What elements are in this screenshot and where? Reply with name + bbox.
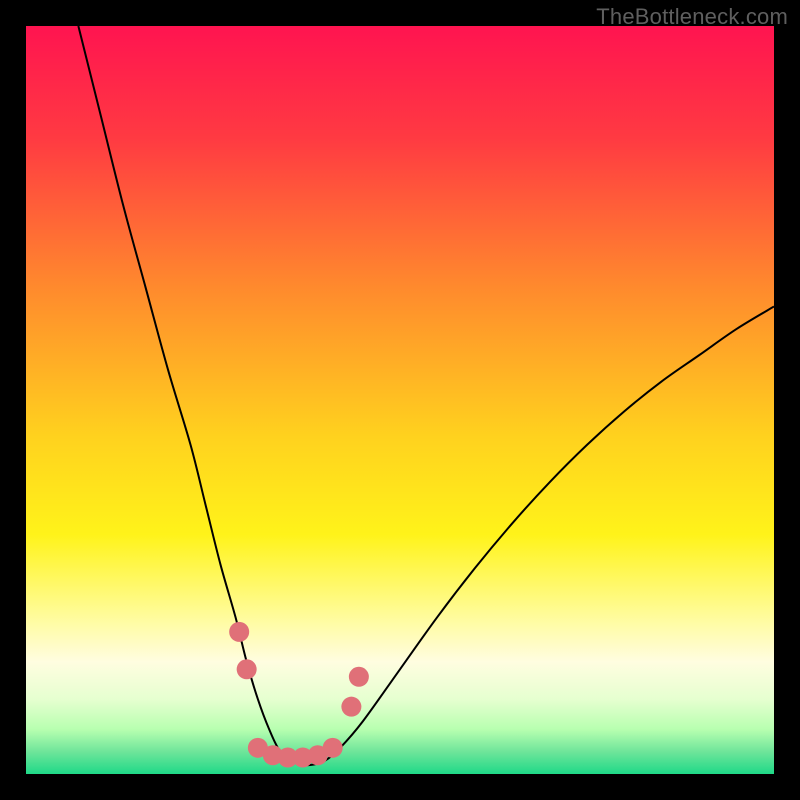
marker-dot bbox=[237, 659, 257, 679]
plot-area bbox=[26, 26, 774, 774]
chart-svg bbox=[26, 26, 774, 774]
chart-frame: TheBottleneck.com bbox=[0, 0, 800, 800]
gradient-background bbox=[26, 26, 774, 774]
marker-dot bbox=[341, 697, 361, 717]
marker-dot bbox=[349, 667, 369, 687]
watermark-text: TheBottleneck.com bbox=[596, 4, 788, 30]
marker-dot bbox=[323, 738, 343, 758]
marker-dot bbox=[229, 622, 249, 642]
